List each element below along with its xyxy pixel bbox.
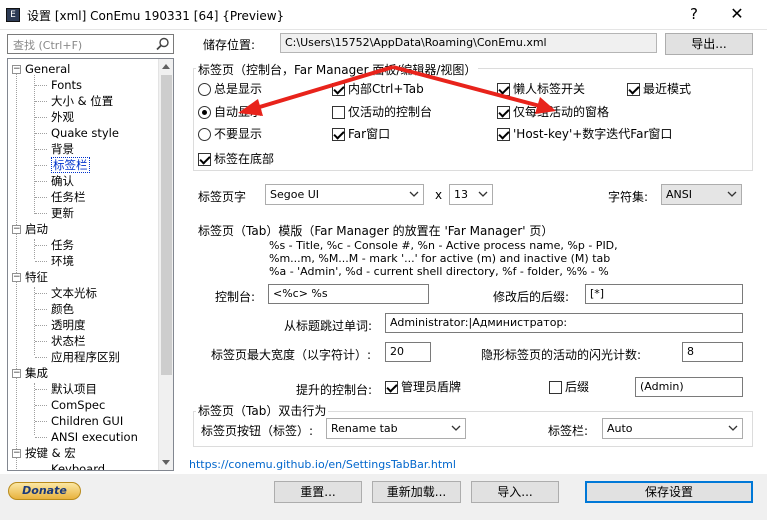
charset-label: 字符集:	[608, 190, 649, 204]
radio-auto-show[interactable]: 自动显示	[198, 105, 262, 121]
template-help-1: %s - Title, %c - Console #, %n - Active …	[269, 239, 618, 252]
title-bar: E 设置 [xml] ConEmu 190331 [64] {Preview} …	[0, 0, 767, 30]
checkbox-far-windows[interactable]: Far窗口	[332, 127, 390, 143]
admin-suffix-input[interactable]: (Admin)	[635, 377, 743, 397]
scroll-thumb[interactable]	[161, 75, 172, 375]
tree-item-startup[interactable]: 启动	[25, 221, 48, 237]
tree-item-features[interactable]: 特征	[25, 269, 48, 285]
charset-dropdown[interactable]: ANSI	[661, 184, 742, 205]
tree-item-ansi-execution[interactable]: ANSI execution	[51, 429, 138, 445]
modified-suffix-label: 修改后的后缀:	[493, 290, 570, 304]
skip-words-input[interactable]: Administrator:|Администратор:	[385, 313, 743, 333]
chevron-down-icon	[409, 191, 419, 197]
checkbox-only-active-console[interactable]: 仅活动的控制台	[332, 105, 432, 121]
console-template-label: 控制台:	[215, 290, 256, 304]
tree-item-update[interactable]: 更新	[51, 205, 74, 221]
tab-button-dropdown[interactable]: Rename tab	[326, 418, 466, 439]
tree-item-general[interactable]: General	[25, 61, 70, 77]
elevated-console-label: 提升的控制台:	[296, 383, 373, 397]
help-link[interactable]: https://conemu.github.io/en/SettingsTabB…	[189, 458, 456, 471]
expander-general[interactable]: −	[12, 65, 21, 74]
storage-label: 储存位置:	[203, 38, 256, 52]
settings-tree[interactable]: − General Fonts 大小 & 位置 外观 Quake style 背…	[7, 58, 174, 471]
chevron-down-icon	[478, 191, 488, 197]
reset-button[interactable]: 重置...	[274, 481, 362, 503]
tree-item-quake-style[interactable]: Quake style	[51, 125, 119, 141]
template-heading: 标签页（Tab）模版（Far Manager 的放置在 'Far Manager…	[198, 224, 554, 238]
checkbox-only-active-panes[interactable]: 仅每组活动的窗格	[497, 105, 609, 121]
checkbox-lazy-tab-switch[interactable]: 懒人标签开关	[497, 82, 585, 98]
console-template-input[interactable]: <%c> %s	[268, 284, 429, 304]
dblclick-heading: 标签页（Tab）双击行为	[196, 402, 329, 419]
tree-item-transparency[interactable]: 透明度	[51, 317, 86, 333]
search-icon	[156, 37, 169, 51]
chevron-down-icon	[728, 425, 738, 431]
modified-suffix-input[interactable]: [*]	[585, 284, 743, 304]
checkbox-internal-ctrl-tab[interactable]: 内部Ctrl+Tab	[332, 82, 424, 98]
radio-dont-show[interactable]: 不要显示	[198, 127, 262, 143]
flash-count-label: 隐形标签页的活动的闪光计数:	[481, 348, 642, 362]
tree-item-comspec[interactable]: ComSpec	[51, 397, 105, 413]
tree-item-app-distinct[interactable]: 应用程序区别	[51, 349, 120, 365]
tab-button-label: 标签页按钮（标签）:	[201, 424, 314, 438]
chevron-down-icon	[727, 191, 737, 197]
tree-item-appearance[interactable]: 外观	[51, 109, 74, 125]
tree-item-background[interactable]: 背景	[51, 141, 74, 157]
search-input[interactable]: 查找 (Ctrl+F)	[7, 34, 174, 54]
tree-item-default-term[interactable]: 默认项目	[51, 381, 97, 397]
window-title: 设置 [xml] ConEmu 190331 [64] {Preview}	[27, 9, 285, 23]
tree-item-colors[interactable]: 颜色	[51, 301, 74, 317]
tree-item-confirm[interactable]: 确认	[51, 173, 74, 189]
import-button[interactable]: 导入...	[471, 481, 559, 503]
checkbox-suffix[interactable]: 后缀	[549, 380, 589, 396]
help-button[interactable]: ?	[684, 4, 704, 24]
tree-item-text-cursor[interactable]: 文本光标	[51, 285, 97, 301]
tree-item-environment[interactable]: 环境	[51, 253, 74, 269]
tab-font-dropdown[interactable]: Segoe UI	[265, 184, 424, 205]
expander-features[interactable]: −	[12, 273, 21, 282]
tree-item-keys-macro[interactable]: 按键 & 宏	[25, 445, 76, 461]
save-settings-button[interactable]: 保存设置	[585, 481, 753, 503]
search-placeholder: 查找 (Ctrl+F)	[13, 39, 83, 52]
expander-keys-macro[interactable]: −	[12, 449, 21, 458]
font-size-dropdown[interactable]: 13	[449, 184, 493, 205]
scroll-up-icon[interactable]	[162, 64, 170, 69]
skip-words-label: 从标题跳过单词:	[284, 319, 373, 333]
storage-path-field[interactable]: C:\Users\15752\AppData\Roaming\ConEmu.xm…	[280, 33, 657, 53]
radio-always-show[interactable]: 总是显示	[198, 82, 262, 98]
expander-integration[interactable]: −	[12, 369, 21, 378]
tabbar-dblclick-label: 标签栏:	[548, 424, 589, 438]
chevron-down-icon	[451, 425, 461, 431]
checkbox-admin-shield[interactable]: 管理员盾牌	[385, 380, 461, 396]
max-width-input[interactable]: 20	[385, 342, 431, 362]
tree-item-integration[interactable]: 集成	[25, 365, 48, 381]
checkbox-hostkey-far[interactable]: 'Host-key'+数字迭代Far窗口	[497, 127, 672, 143]
reload-button[interactable]: 重新加载...	[372, 481, 461, 503]
max-width-label: 标签页最大宽度（以字符计）:	[211, 348, 372, 362]
template-help-3: %a - 'Admin', %d - current shell directo…	[269, 265, 609, 278]
tree-item-status-bar[interactable]: 状态栏	[51, 333, 86, 349]
template-help-2: %m...m, %M...M - mark '...' for active (…	[269, 252, 611, 265]
tab-font-label: 标签页字	[198, 190, 247, 204]
tree-item-children-gui[interactable]: Children GUI	[51, 413, 123, 429]
export-button[interactable]: 导出...	[665, 33, 753, 55]
close-button[interactable]: ✕	[724, 4, 750, 24]
tree-item-taskbar[interactable]: 任务栏	[51, 189, 86, 205]
tree-item-tabbar[interactable]: 标签栏	[51, 157, 90, 173]
tabs-group-title: 标签页（控制台，Far Manager 面板/编辑器/视图）	[196, 61, 479, 78]
scroll-down-icon[interactable]	[162, 460, 170, 465]
app-icon: E	[6, 8, 20, 22]
tree-item-keyboard[interactable]: Keyboard	[51, 461, 105, 470]
expander-startup[interactable]: −	[12, 225, 21, 234]
donate-button[interactable]: Donate	[8, 482, 81, 500]
tree-scrollbar[interactable]	[158, 59, 173, 470]
tabbar-dblclick-dropdown[interactable]: Auto	[602, 418, 743, 439]
checkbox-recent-mode[interactable]: 最近模式	[627, 82, 691, 98]
checkbox-tabs-on-bottom[interactable]: 标签在底部	[198, 152, 274, 168]
font-size-x-label: x	[435, 188, 443, 202]
tree-item-fonts[interactable]: Fonts	[51, 77, 82, 93]
tree-item-tasks[interactable]: 任务	[51, 237, 74, 253]
flash-count-input[interactable]: 8	[682, 342, 743, 362]
tree-item-size-position[interactable]: 大小 & 位置	[51, 93, 113, 109]
